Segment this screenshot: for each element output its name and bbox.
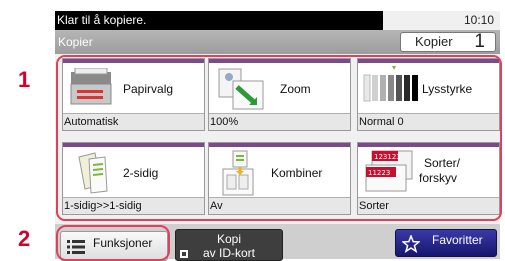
copies-field[interactable]: Kopier 1 bbox=[400, 31, 496, 52]
status-time: 10:10 bbox=[463, 13, 494, 27]
callout-1: 1 bbox=[18, 67, 31, 92]
favorites-button[interactable]: Favoritter bbox=[395, 229, 497, 257]
id-card-label-line1: Kopi bbox=[216, 232, 242, 246]
status-bar: Klar til å kopiere. 10:10 bbox=[55, 11, 500, 30]
status-message: Klar til å kopiere. bbox=[55, 11, 383, 30]
function-grid-highlight bbox=[56, 55, 502, 221]
star-icon bbox=[402, 235, 420, 253]
callout-2: 2 bbox=[18, 226, 31, 251]
copies-count: 1 bbox=[474, 31, 485, 52]
functions-button-highlight bbox=[56, 225, 170, 261]
page-title: Kopier bbox=[58, 35, 93, 49]
id-card-copy-button[interactable]: Kopi av ID-kort bbox=[175, 229, 283, 261]
title-bar: Kopier Kopier 1 bbox=[55, 30, 500, 54]
favorites-label: Favoritter bbox=[432, 233, 483, 247]
id-card-label-line2: av ID-kort bbox=[202, 246, 255, 260]
copies-label: Kopier bbox=[415, 34, 453, 49]
id-card-icon bbox=[180, 250, 188, 258]
